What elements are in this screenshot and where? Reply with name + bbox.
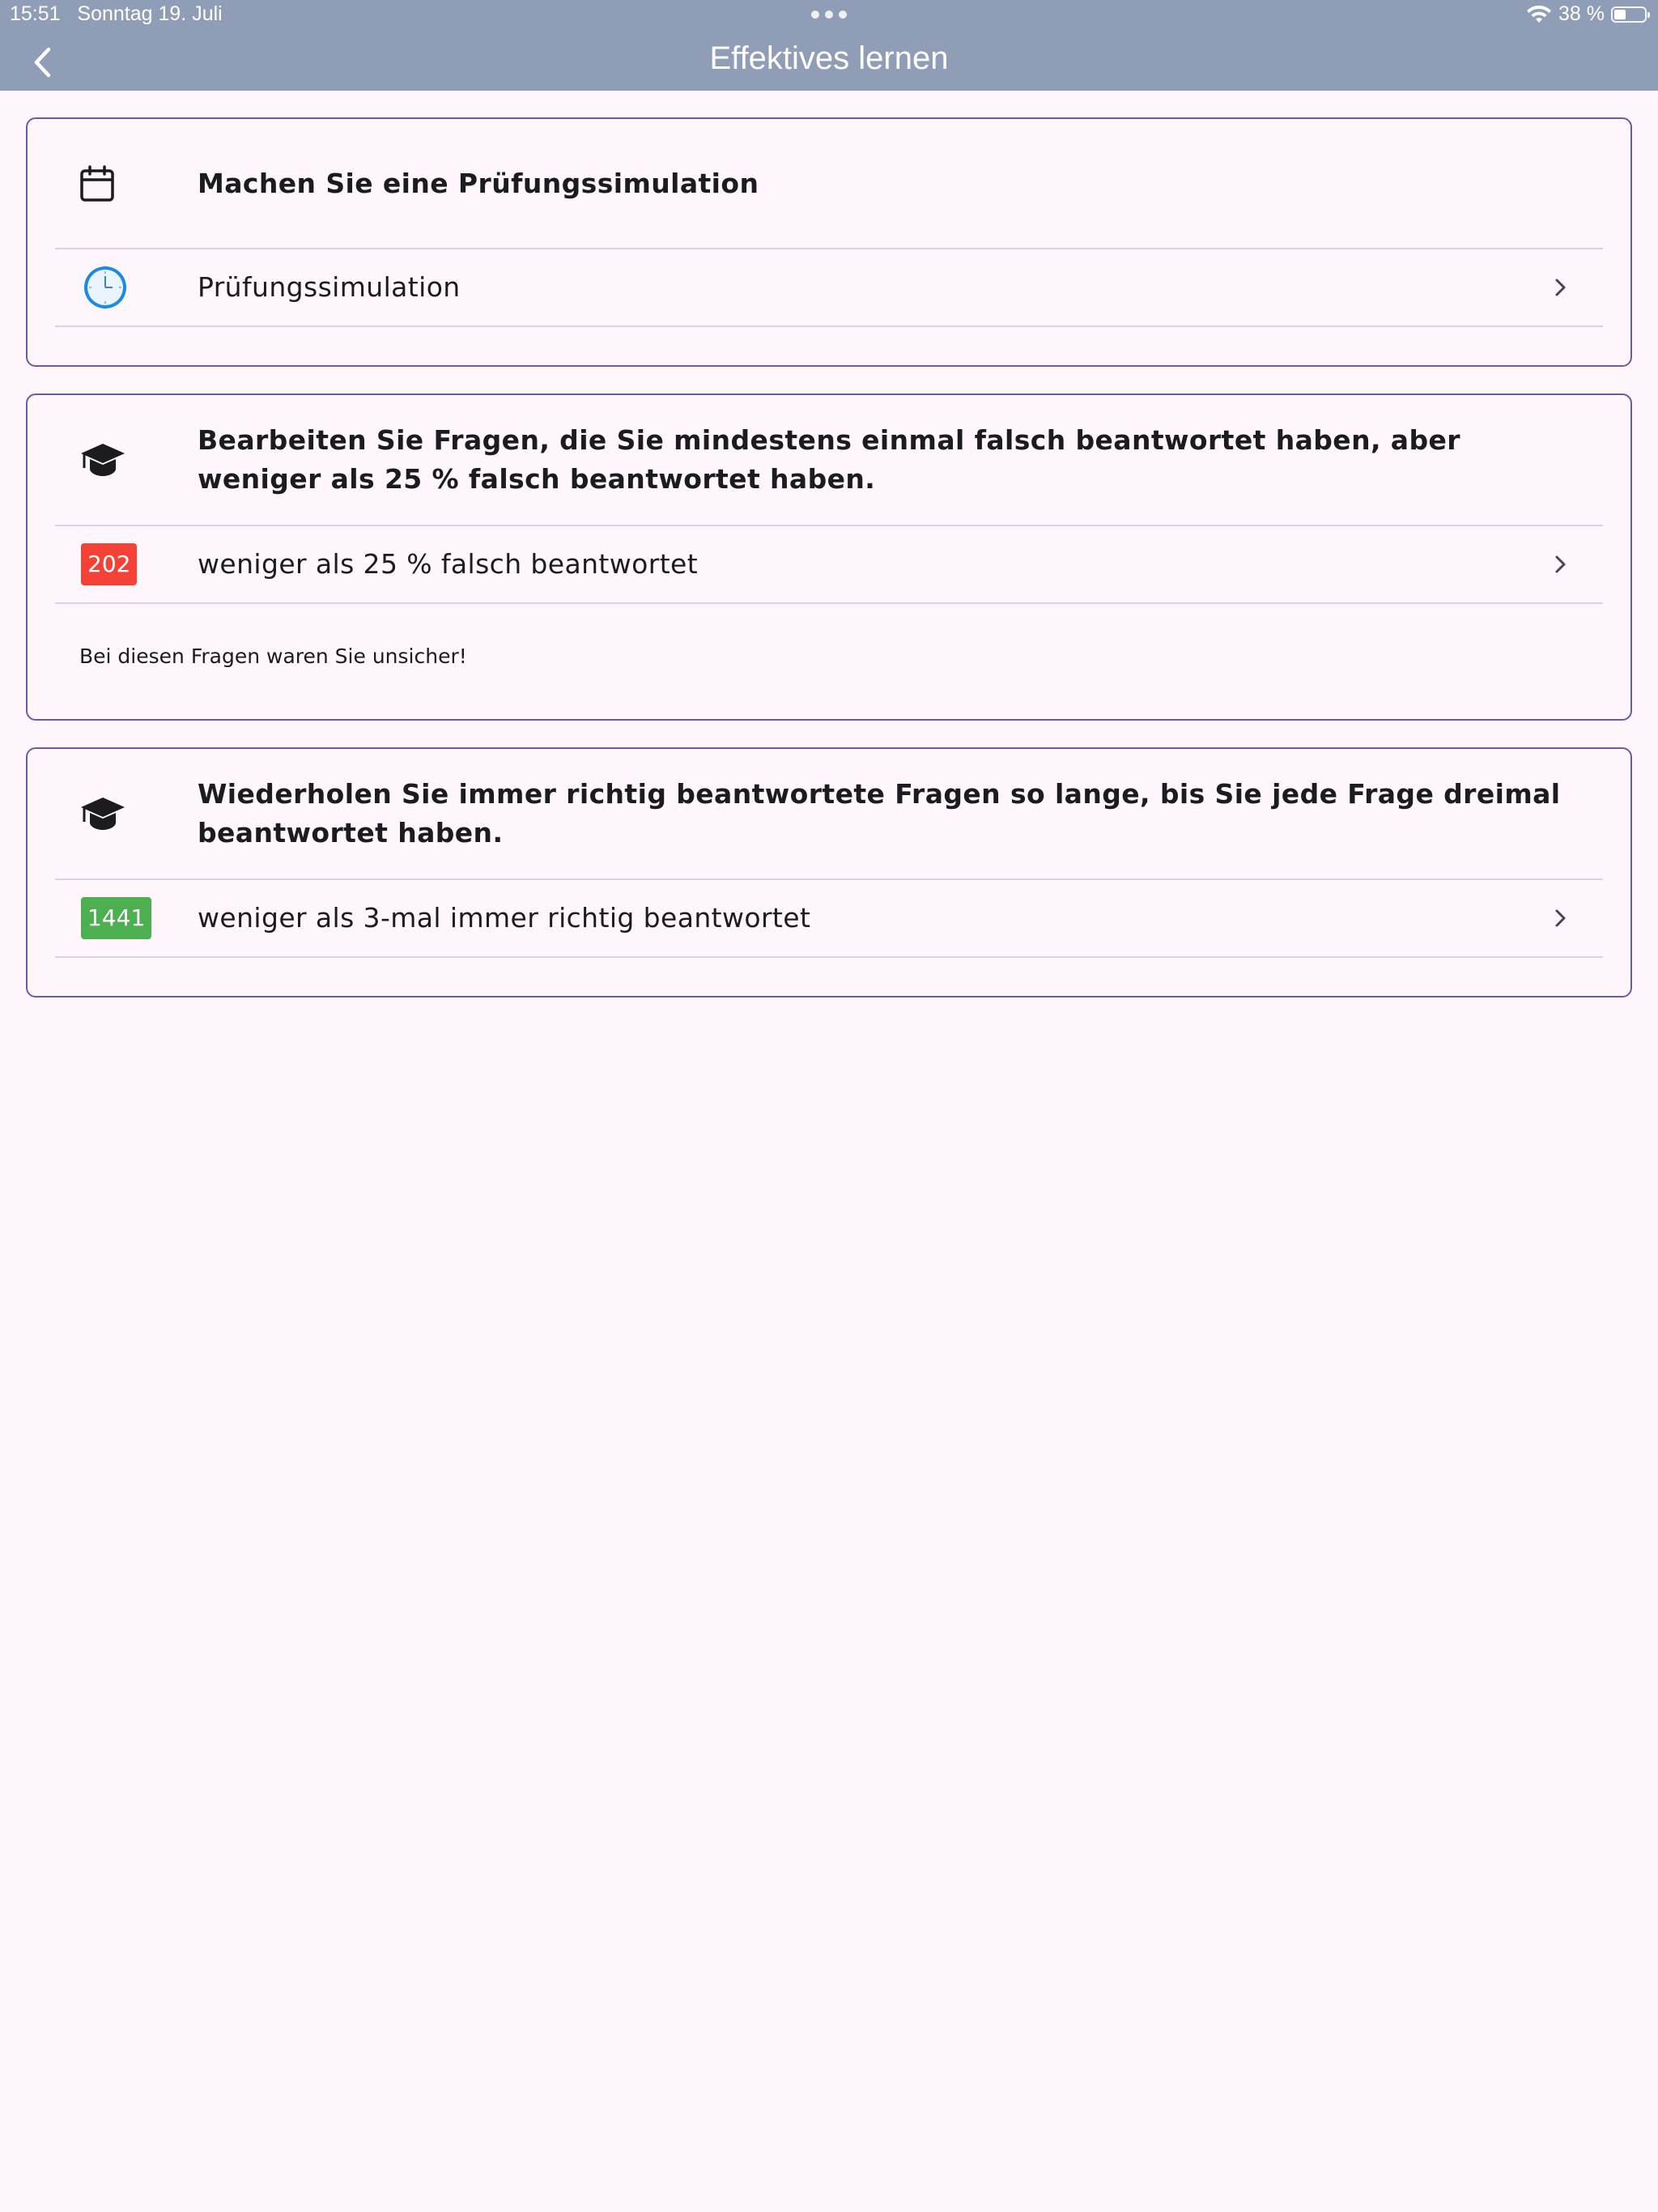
status-bar-right: 38 %	[1526, 2, 1650, 26]
card-header-text: Machen Sie eine Prüfungssimulation	[198, 167, 759, 199]
clock-icon	[83, 265, 128, 310]
page-title: Effektives lernen	[709, 40, 949, 76]
exam-simulation-card: Machen Sie eine Prüfungssimulation Prüfu…	[26, 117, 1632, 367]
graduation-cap-icon	[79, 442, 126, 478]
list-item-label: weniger als 3-mal immer richtig beantwor…	[198, 902, 811, 934]
list-item-label: Prüfungssimulation	[198, 271, 461, 303]
list-item-less-than-3-times-correct[interactable]: 1441 weniger als 3-mal immer richtig bea…	[55, 878, 1603, 958]
card-header: Machen Sie eine Prüfungssimulation	[55, 119, 1603, 248]
battery-icon	[1611, 6, 1650, 23]
card-header: Bearbeiten Sie Fragen, die Sie mindesten…	[55, 395, 1603, 525]
wifi-icon	[1527, 5, 1552, 23]
repeat-correct-questions-card: Wiederholen Sie immer richtig beantworte…	[26, 747, 1632, 998]
list-item-exam-simulation[interactable]: Prüfungssimulation	[55, 248, 1603, 327]
count-badge: 202	[81, 543, 138, 585]
calendar-icon	[79, 164, 115, 202]
list-item-label: weniger als 25 % falsch beantwortet	[198, 548, 699, 580]
chevron-right-icon	[1555, 909, 1566, 927]
chevron-right-icon	[1555, 279, 1566, 296]
list-item-less-than-25-percent-wrong[interactable]: 202 weniger als 25 % falsch beantwortet	[55, 525, 1603, 604]
battery-percentage: 38 %	[1558, 2, 1605, 25]
status-date: Sonntag 19. Juli	[77, 2, 223, 25]
uncertain-note: Bei diesen Fragen waren Sie unsicher!	[79, 644, 467, 668]
count-badge: 1441	[81, 897, 152, 939]
uncertain-questions-card: Bearbeiten Sie Fragen, die Sie mindesten…	[26, 393, 1632, 721]
card-header-text: Wiederholen Sie immer richtig beantworte…	[198, 778, 1561, 849]
app-bar: 15:51 Sonntag 19. Juli 38 % Effektives l…	[0, 0, 1658, 91]
card-header: Wiederholen Sie immer richtig beantworte…	[55, 749, 1603, 878]
status-bar-time-date: 15:51 Sonntag 19. Juli	[10, 2, 223, 26]
multitasking-dots-icon[interactable]	[811, 11, 847, 20]
graduation-cap-icon	[79, 796, 126, 832]
status-time: 15:51	[10, 2, 61, 25]
card-header-text: Bearbeiten Sie Fragen, die Sie mindesten…	[198, 424, 1460, 495]
chevron-right-icon	[1555, 555, 1566, 573]
